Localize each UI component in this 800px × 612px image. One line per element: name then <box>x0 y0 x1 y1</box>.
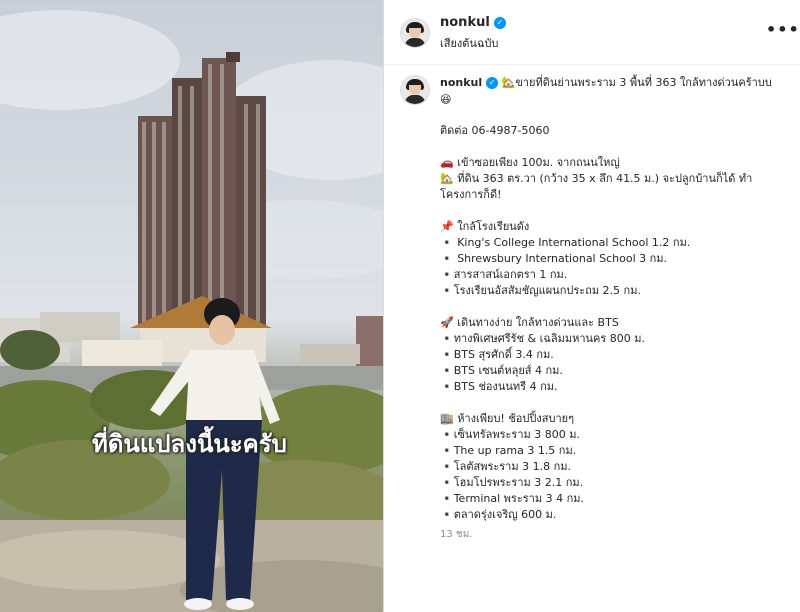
post-video[interactable]: ที่ดินแปลงนี้นะครับ <box>0 0 383 612</box>
caption-line: ▪️BTS เซนต์หลุยส์ 4 กม. <box>440 364 563 377</box>
caption-line: 🏡 ที่ดิน 363 ตร.วา (กว้าง 35 x ลึก 41.5 … <box>440 172 753 185</box>
header-username[interactable]: nonkul <box>440 15 490 30</box>
caption-line: 🚀 เดินทางง่าย ใกล้ทางด่วนและ BTS <box>440 316 619 329</box>
caption-line: โครงการก็ดี! <box>440 188 502 201</box>
caption-line: 😆 <box>440 93 452 106</box>
verified-badge-icon: ✓ <box>493 17 506 29</box>
caption-line: 📌 ใกล้โรงเรียนดัง <box>440 220 530 233</box>
caption-line: 🏬 ห้างเพียบ! ช้อปปิ้งสบายๆ <box>440 412 574 425</box>
caption-line: ▪️BTS ช่องนนทรี 4 กม. <box>440 380 558 393</box>
header-username-row: nonkul ✓ <box>440 15 506 30</box>
video-overlay-caption: ที่ดินแปลงนี้นะครับ <box>92 430 287 458</box>
caption-section: nonkul ✓ 🏡ขายที่ดินย่านพระราม 3 พื้นที่ 3… <box>384 65 800 612</box>
caption-line: ▪️ตลาดรุ่งเจริญ 600 ม. <box>440 508 557 521</box>
caption-username[interactable]: nonkul <box>440 76 482 89</box>
caption-verified-badge-icon: ✓ <box>486 77 499 89</box>
caption-line: ▪️สารสาสน์เอกตรา 1 กม. <box>440 268 568 281</box>
post-header: nonkul ✓ เสียงต้นฉบับ ••• <box>384 0 800 65</box>
post-timestamp[interactable]: 13 ชม. <box>440 527 472 542</box>
caption-line: ▪️Terminal พระราม 3 4 กม. <box>440 492 584 505</box>
caption-line: ▪️โฮมโปรพระราม 3 2.1 กม. <box>440 476 584 489</box>
caption-line: 🏡ขายที่ดินย่านพระราม 3 พื้นที่ 363 ใกล้ท… <box>501 76 772 89</box>
caption-line: ▪️เซ็นทรัลพระราม 3 800 ม. <box>440 428 580 441</box>
post-side-panel: nonkul ✓ เสียงต้นฉบับ ••• nonkul ✓ 🏡ขายที่… <box>384 0 800 612</box>
caption-line: ▪️BTS สุรศักดิ์ 3.4 กม. <box>440 348 554 361</box>
caption-line: ▪️โรงเรียนอัสสัมชัญแผนกประถม 2.5 กม. <box>440 284 641 297</box>
author-avatar[interactable] <box>400 18 430 48</box>
caption-line: ▪️ King's College International School 1… <box>440 236 691 249</box>
caption-author-avatar[interactable] <box>400 75 430 105</box>
video-frame-image <box>0 10 383 612</box>
caption-line: ติดต่อ 06-4987-5060 <box>440 124 550 137</box>
more-options-icon[interactable]: ••• <box>766 20 800 39</box>
caption-line: ▪️โลตัสพระราม 3 1.8 กม. <box>440 460 571 473</box>
post-viewer: ที่ดินแปลงนี้นะครับ nonkul ✓ เสียงต้นฉบับ… <box>0 0 800 612</box>
caption-line: ▪️ Shrewsbury International School 3 กม. <box>440 252 668 265</box>
caption-line: 🚗 เข้าซอยเพียง 100ม. จากถนนใหญ่ <box>440 156 620 169</box>
original-audio-link[interactable]: เสียงต้นฉบับ <box>440 34 498 52</box>
caption-line: ▪️The up rama 3 1.5 กม. <box>440 444 577 457</box>
caption-line: ▪️ทางพิเศษศรีรัช & เฉลิมมหานคร 800 ม. <box>440 332 646 345</box>
caption-first-line: nonkul ✓ 🏡ขายที่ดินย่านพระราม 3 พื้นที่ 3… <box>440 75 772 91</box>
